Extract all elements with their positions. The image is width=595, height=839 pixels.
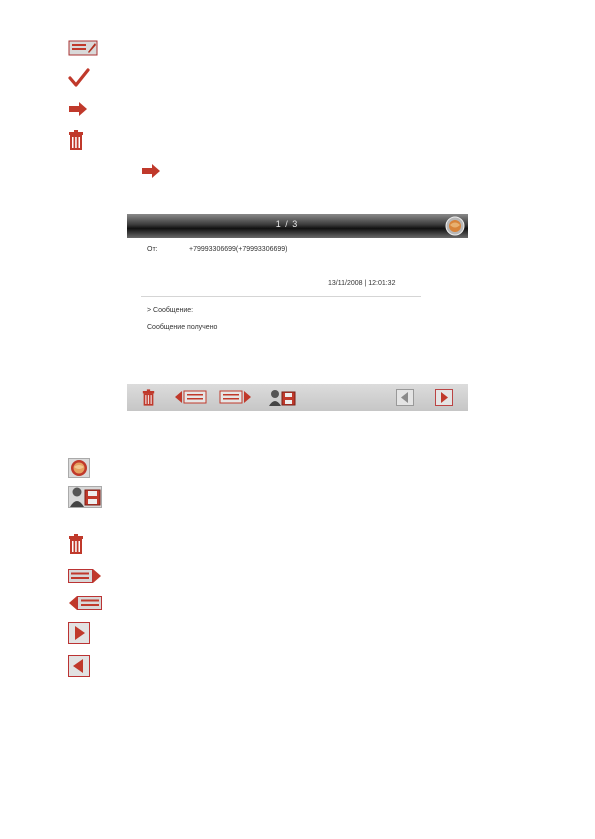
message-counter: 1 / 3 [275, 219, 299, 229]
left-arrow-icon [68, 655, 90, 677]
message-icon [68, 40, 98, 56]
forward-arrow-icon [141, 164, 161, 178]
timestamp: 13/11/2008 | 12:01:32 [328, 280, 396, 287]
trash-icon[interactable] [142, 389, 155, 406]
right-arrow-icon[interactable] [435, 389, 453, 406]
contact-save-icon [68, 486, 102, 508]
trash-icon [68, 534, 84, 554]
previous-message-icon[interactable] [174, 389, 208, 405]
globe-icon [68, 458, 90, 478]
globe-icon[interactable] [445, 216, 465, 236]
next-message-icon [68, 568, 102, 584]
title-bar: 1 / 3 [127, 214, 468, 238]
contact-save-icon[interactable] [268, 389, 296, 407]
message-view-screenshot: 1 / 3 От: +79993306699(+79993306699) 13/… [127, 214, 468, 411]
message-text: Сообщение получено [147, 324, 218, 331]
divider [141, 296, 421, 297]
right-arrow-icon [68, 622, 90, 644]
from-value: +79993306699(+79993306699) [189, 246, 288, 253]
next-message-icon[interactable] [218, 389, 252, 405]
message-label: > Сообщение: [147, 307, 194, 314]
left-arrow-icon[interactable] [396, 389, 414, 406]
previous-message-icon [68, 595, 102, 611]
forward-arrow-icon [68, 102, 88, 116]
check-icon [68, 68, 90, 88]
bottom-toolbar [127, 384, 468, 411]
from-label: От: [147, 246, 158, 253]
trash-icon [68, 130, 84, 150]
